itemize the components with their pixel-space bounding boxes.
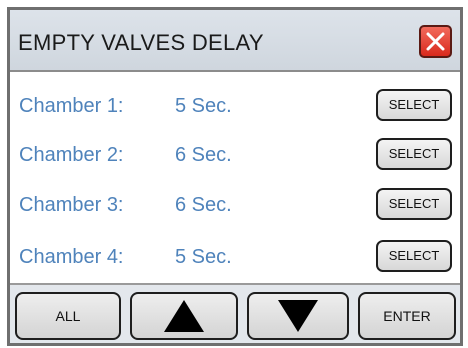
title-bar: EMPTY VALVES DELAY bbox=[10, 10, 460, 72]
chamber-row-2: Chamber 2: 6 Sec. SELECT bbox=[10, 138, 460, 178]
arrow-down-icon bbox=[278, 300, 318, 332]
chamber-label: Chamber 3: bbox=[19, 194, 124, 216]
close-button[interactable] bbox=[419, 25, 452, 58]
chamber-row-3: Chamber 3: 6 Sec. SELECT bbox=[10, 188, 460, 228]
scroll-up-button[interactable] bbox=[130, 292, 238, 340]
chamber-label: Chamber 4: bbox=[19, 246, 124, 268]
scroll-down-button[interactable] bbox=[247, 292, 349, 340]
bottom-toolbar: ALL ENTER bbox=[10, 283, 460, 343]
chamber-delay-value: 6 Sec. bbox=[175, 194, 232, 216]
enter-button[interactable]: ENTER bbox=[358, 292, 456, 340]
close-x-icon bbox=[426, 32, 445, 51]
chamber-label: Chamber 1: bbox=[19, 95, 124, 117]
chamber-delay-value: 6 Sec. bbox=[175, 144, 232, 166]
chamber-delay-value: 5 Sec. bbox=[175, 95, 232, 117]
all-button[interactable]: ALL bbox=[15, 292, 121, 340]
dialog-window: EMPTY VALVES DELAY Chamber 1: 5 Sec. SEL… bbox=[7, 7, 463, 346]
chamber-row-4: Chamber 4: 5 Sec. SELECT bbox=[10, 240, 460, 280]
arrow-up-icon bbox=[164, 300, 204, 332]
select-button-chamber-4[interactable]: SELECT bbox=[376, 240, 452, 272]
select-button-chamber-3[interactable]: SELECT bbox=[376, 188, 452, 220]
chamber-delay-value: 5 Sec. bbox=[175, 246, 232, 268]
page-title: EMPTY VALVES DELAY bbox=[18, 30, 264, 55]
chamber-label: Chamber 2: bbox=[19, 144, 124, 166]
select-button-chamber-2[interactable]: SELECT bbox=[376, 138, 452, 170]
chamber-row-1: Chamber 1: 5 Sec. SELECT bbox=[10, 89, 460, 129]
select-button-chamber-1[interactable]: SELECT bbox=[376, 89, 452, 121]
